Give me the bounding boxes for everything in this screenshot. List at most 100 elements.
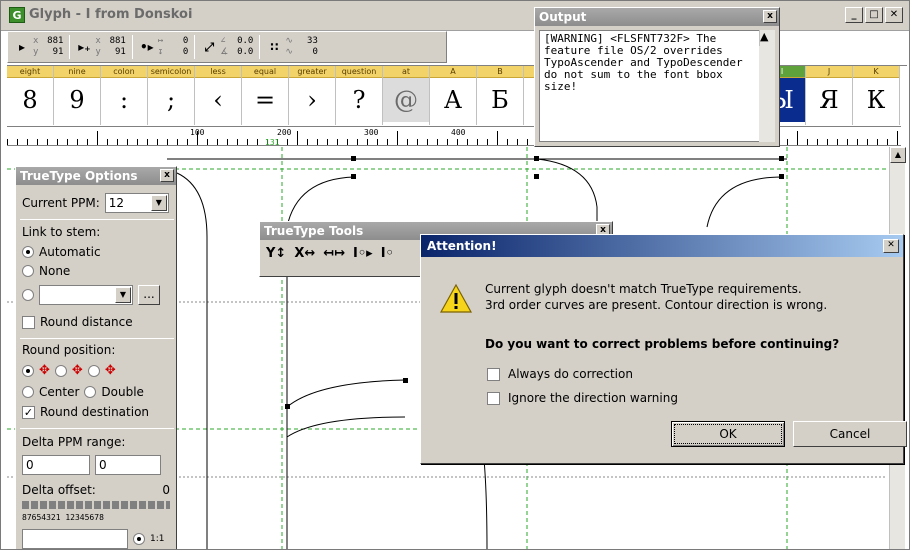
ruler-tick (787, 139, 788, 145)
glyph-cell[interactable]: at @ (383, 66, 430, 125)
round-position-both-radio[interactable] (22, 364, 34, 377)
ruler-tick (417, 139, 418, 145)
y-value: 0 (182, 47, 189, 57)
ruler-tick (27, 139, 28, 145)
glyph-cell[interactable]: question? (336, 66, 383, 125)
truetype-tools-title-text: TrueType Tools (264, 224, 364, 238)
minimize-button[interactable]: _ (845, 7, 863, 23)
ruler-tick (827, 139, 828, 145)
ignore-direction-option[interactable]: Ignore the direction warning (487, 391, 678, 405)
angle-icon[interactable]: ⤢ (201, 39, 217, 55)
nodes-icon[interactable]: ∷ (266, 39, 282, 55)
round-position-v-radio[interactable] (87, 364, 100, 377)
glyph-char: А (443, 86, 463, 114)
glyph-cell[interactable]: equal = (242, 66, 289, 125)
coord-labels: xy (33, 36, 38, 58)
y-label: ∿ (285, 47, 293, 57)
stem-browse-button[interactable]: ... (138, 285, 160, 305)
always-correct-checkbox[interactable] (487, 367, 500, 381)
ruler-tick (177, 139, 178, 145)
ruler-tick (797, 131, 798, 145)
ruler-tick (477, 139, 478, 145)
glyph-cell[interactable]: BБ (477, 66, 524, 125)
round-destination-checkbox[interactable]: ✓ (22, 405, 35, 419)
ruler-label: 300 (364, 128, 379, 137)
double-radio[interactable] (84, 386, 97, 398)
glyph-cell[interactable]: less ‹ (195, 66, 242, 125)
dialog-title: Attention! (427, 239, 497, 253)
glyph-char: = (254, 86, 276, 114)
output-close-button[interactable]: x (763, 10, 777, 23)
none-radio[interactable] (22, 265, 34, 277)
truetype-tool-icon[interactable]: X↔ (294, 246, 315, 261)
glyph-cell[interactable]: KК (853, 66, 900, 125)
scroll-up-button[interactable]: ▲ (890, 147, 906, 163)
ruler-tick (517, 139, 518, 145)
glyph-cell[interactable]: JЯ (806, 66, 853, 125)
glyph-name: colon (101, 66, 147, 78)
ruler-tick (357, 139, 358, 145)
ruler-tick (467, 139, 468, 145)
x-value: 0 (182, 36, 189, 46)
glyph-cell[interactable]: AА (430, 66, 477, 125)
ruler-tick (187, 139, 188, 145)
ruler-tick (117, 139, 118, 145)
glyph-cell[interactable]: colon: (101, 66, 148, 125)
pointer-plus-icon[interactable]: ▸₊ (76, 39, 92, 55)
delta-offset-slider[interactable] (22, 501, 170, 509)
ruler-tick (47, 139, 48, 145)
glyph-char: ‹ (213, 86, 223, 114)
ruler-tick (87, 139, 88, 145)
glyph-char: Я (819, 86, 839, 114)
glyph-char: : (119, 86, 129, 114)
close-button[interactable]: ✕ (885, 7, 903, 23)
truetype-tool-icon[interactable]: ↤↦ (323, 246, 345, 261)
maximize-button[interactable]: □ (865, 7, 883, 23)
dialog-close-button[interactable]: ✕ (883, 239, 899, 253)
glyph-cell[interactable]: nine 9 (54, 66, 101, 125)
move-icon[interactable]: •▸ (139, 39, 155, 55)
ok-button[interactable]: OK (671, 421, 785, 447)
truetype-options-title-text: TrueType Options (20, 169, 138, 183)
stem-select[interactable]: ▼ (39, 285, 133, 305)
truetype-tool-icon[interactable]: I◦▸ (353, 246, 373, 261)
glyph-cell[interactable]: greater › (289, 66, 336, 125)
automatic-radio[interactable] (22, 246, 34, 258)
bottom-input[interactable] (22, 529, 128, 549)
output-title[interactable]: Output x (535, 8, 779, 26)
ignore-direction-checkbox[interactable] (487, 391, 500, 405)
truetype-tool-icon[interactable]: Y↕ (266, 246, 286, 261)
ruler-tick (237, 139, 238, 145)
glyph-name: greater (289, 66, 335, 78)
truetype-options-close-button[interactable]: x (160, 169, 174, 182)
always-correct-option[interactable]: Always do correction (487, 367, 633, 381)
center-radio[interactable] (22, 386, 34, 398)
glyph-cell[interactable]: semicolon; (148, 66, 195, 125)
output-scroll-up[interactable]: ▲ (759, 30, 775, 46)
ruler-tick (37, 139, 38, 145)
pointer-icon[interactable]: ▸ (14, 39, 30, 55)
delta-ppm-from-input[interactable]: 0 (22, 455, 90, 475)
ruler-tick (347, 139, 348, 145)
y-value: 0 (312, 47, 318, 57)
truetype-tool-icon[interactable]: I◦ (381, 246, 394, 261)
automatic-label: Automatic (39, 245, 101, 259)
truetype-options-title[interactable]: TrueType Options x (16, 167, 176, 185)
glyph-char: Б (491, 86, 509, 114)
scale-radio[interactable] (133, 533, 145, 545)
round-position-h-radio[interactable] (54, 364, 67, 377)
round-distance-checkbox[interactable] (22, 315, 35, 329)
ignore-direction-label: Ignore the direction warning (508, 391, 678, 405)
current-ppm-label: Current PPM: (22, 196, 100, 210)
ruler-tick (247, 139, 248, 145)
dialog-titlebar[interactable]: Attention! ✕ (421, 235, 903, 257)
delta-ppm-to-input[interactable]: 0 (95, 455, 161, 475)
cancel-button[interactable]: Cancel (793, 421, 907, 447)
current-ppm-select[interactable]: 12 ▼ (104, 193, 169, 213)
glyph-cell[interactable]: eight 8 (7, 66, 54, 125)
custom-stem-radio[interactable] (22, 289, 34, 301)
ruler-tick (427, 139, 428, 145)
output-scrollbar[interactable]: ▲ (759, 30, 775, 142)
coord-values: 00 (166, 36, 188, 58)
glyph-char: › (307, 86, 317, 114)
